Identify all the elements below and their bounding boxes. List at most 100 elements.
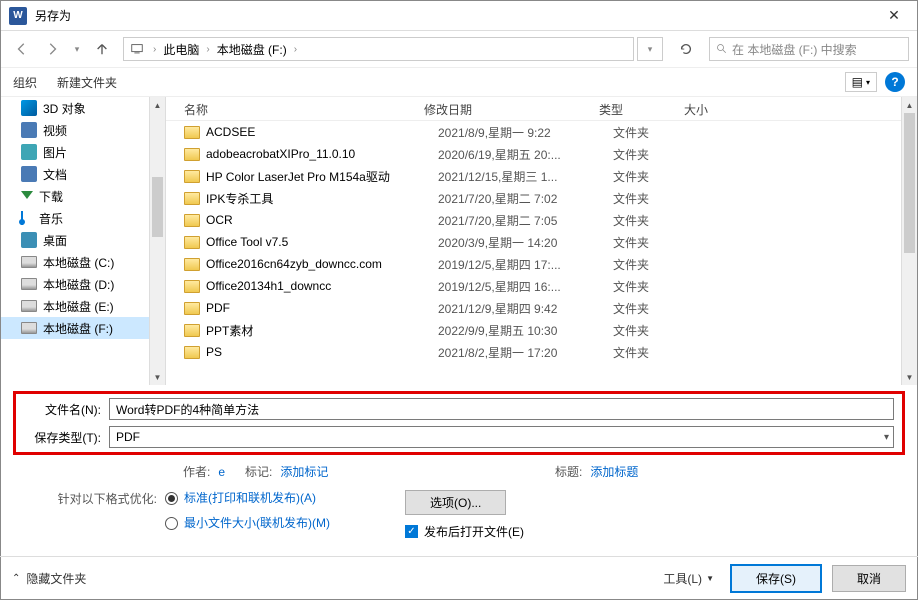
file-date: 2021/12/9,星期四 9:42 bbox=[438, 300, 613, 317]
options-button[interactable]: 选项(O)... bbox=[405, 490, 506, 515]
sidebar-item[interactable]: 3D 对象 bbox=[1, 97, 165, 119]
title-value[interactable]: 添加标题 bbox=[590, 463, 638, 480]
sidebar-item-label: 下载 bbox=[39, 188, 63, 205]
search-icon bbox=[716, 43, 728, 55]
open-after-checkbox[interactable]: 发布后打开文件(E) bbox=[405, 523, 524, 540]
chevron-right-icon: › bbox=[291, 44, 300, 55]
file-type: 文件夹 bbox=[613, 146, 698, 163]
toolbar: 组织 新建文件夹 ▤▾ ? bbox=[1, 67, 917, 97]
file-type: 文件夹 bbox=[613, 124, 698, 141]
scroll-up-icon[interactable]: ▲ bbox=[150, 97, 165, 113]
ic-music-icon bbox=[21, 211, 33, 225]
file-name: Office20134h1_downcc bbox=[206, 279, 438, 293]
file-row[interactable]: HP Color LaserJet Pro M154a驱动2021/12/15,… bbox=[166, 165, 917, 187]
column-type[interactable]: 类型 bbox=[591, 97, 676, 120]
file-row[interactable]: Office20134h1_downcc2019/12/5,星期四 16:...… bbox=[166, 275, 917, 297]
file-row[interactable]: ACDSEE2021/8/9,星期一 9:22文件夹 bbox=[166, 121, 917, 143]
file-row[interactable]: PDF2021/12/9,星期四 9:42文件夹 bbox=[166, 297, 917, 319]
view-mode-button[interactable]: ▤▾ bbox=[845, 72, 877, 92]
sidebar-item-label: 音乐 bbox=[39, 210, 63, 227]
file-name: Office Tool v7.5 bbox=[206, 235, 438, 249]
help-button[interactable]: ? bbox=[885, 72, 905, 92]
sidebar-item-label: 文档 bbox=[43, 166, 67, 183]
forward-button[interactable] bbox=[39, 36, 65, 62]
addr-dropdown[interactable]: ▾ bbox=[637, 37, 663, 61]
history-dropdown[interactable]: ▾ bbox=[69, 36, 85, 62]
footer: ⌃ 隐藏文件夹 工具(L) ▼ 保存(S) 取消 bbox=[0, 556, 918, 600]
sidebar-item[interactable]: 文档 bbox=[1, 163, 165, 185]
scroll-thumb[interactable] bbox=[152, 177, 163, 237]
file-row[interactable]: adobeacrobatXIPro_11.0.102020/6/19,星期五 2… bbox=[166, 143, 917, 165]
file-type: 文件夹 bbox=[613, 234, 698, 251]
chevron-up-icon: ⌃ bbox=[12, 573, 20, 584]
file-row[interactable]: PPT素材2022/9/9,星期五 10:30文件夹 bbox=[166, 319, 917, 341]
breadcrumb-segment[interactable]: 此电脑 bbox=[159, 41, 203, 58]
folder-icon bbox=[184, 280, 200, 293]
sidebar-item[interactable]: 视频 bbox=[1, 119, 165, 141]
new-folder-button[interactable]: 新建文件夹 bbox=[57, 74, 117, 91]
file-row[interactable]: Office2016cn64zyb_downcc.com2019/12/5,星期… bbox=[166, 253, 917, 275]
savetype-combo[interactable]: PDF ▾ bbox=[109, 426, 894, 448]
sidebar-item[interactable]: 音乐 bbox=[1, 207, 165, 229]
radio-min-label: 最小文件大小(联机发布)(M) bbox=[184, 515, 330, 532]
filename-input[interactable] bbox=[109, 398, 894, 420]
breadcrumb-segment[interactable]: 本地磁盘 (F:) bbox=[213, 41, 291, 58]
pc-icon bbox=[130, 42, 144, 56]
sidebar-scrollbar[interactable]: ▲ ▼ bbox=[149, 97, 165, 385]
file-date: 2021/8/9,星期一 9:22 bbox=[438, 124, 613, 141]
ic-doc-icon bbox=[21, 166, 37, 182]
address-bar[interactable]: › 此电脑 › 本地磁盘 (F:) › bbox=[123, 37, 634, 61]
file-row[interactable]: Office Tool v7.52020/3/9,星期一 14:20文件夹 bbox=[166, 231, 917, 253]
scroll-down-icon[interactable]: ▼ bbox=[150, 369, 165, 385]
sidebar-item[interactable]: 下载 bbox=[1, 185, 165, 207]
word-icon: W bbox=[9, 7, 27, 25]
folder-icon bbox=[184, 126, 200, 139]
column-name[interactable]: 名称 bbox=[166, 97, 416, 120]
folder-icon bbox=[184, 346, 200, 359]
file-row[interactable]: OCR2021/7/20,星期二 7:05文件夹 bbox=[166, 209, 917, 231]
up-button[interactable] bbox=[89, 36, 115, 62]
sidebar-item[interactable]: 本地磁盘 (D:) bbox=[1, 273, 165, 295]
sidebar-item[interactable]: 桌面 bbox=[1, 229, 165, 251]
refresh-button[interactable] bbox=[673, 36, 699, 62]
file-row[interactable]: PS2021/8/2,星期一 17:20文件夹 bbox=[166, 341, 917, 363]
filelist-scrollbar[interactable]: ▲ ▼ bbox=[901, 97, 917, 385]
scroll-thumb[interactable] bbox=[904, 113, 915, 253]
cancel-button[interactable]: 取消 bbox=[832, 565, 906, 592]
radio-standard[interactable]: 标准(打印和联机发布)(A) bbox=[165, 490, 345, 507]
hide-folders-button[interactable]: ⌃ 隐藏文件夹 bbox=[12, 570, 86, 587]
file-name: HP Color LaserJet Pro M154a驱动 bbox=[206, 168, 438, 185]
file-type: 文件夹 bbox=[613, 344, 698, 361]
column-date[interactable]: 修改日期 bbox=[416, 97, 591, 120]
radio-minimum[interactable]: 最小文件大小(联机发布)(M) bbox=[165, 515, 345, 532]
title-label: 标题: bbox=[555, 463, 582, 480]
file-row[interactable]: IPK专杀工具2021/7/20,星期二 7:02文件夹 bbox=[166, 187, 917, 209]
sidebar-item[interactable]: 本地磁盘 (C:) bbox=[1, 251, 165, 273]
sidebar-item[interactable]: 图片 bbox=[1, 141, 165, 163]
file-date: 2021/7/20,星期二 7:05 bbox=[438, 212, 613, 229]
organize-menu[interactable]: 组织 bbox=[13, 74, 37, 91]
file-type: 文件夹 bbox=[613, 168, 698, 185]
search-input[interactable]: 在 本地磁盘 (F:) 中搜索 bbox=[709, 37, 909, 61]
back-button[interactable] bbox=[9, 36, 35, 62]
ic-pic-icon bbox=[21, 144, 37, 160]
close-button[interactable]: ✕ bbox=[871, 1, 917, 31]
file-name: adobeacrobatXIPro_11.0.10 bbox=[206, 147, 438, 161]
sidebar-item[interactable]: 本地磁盘 (F:) bbox=[1, 317, 165, 339]
sidebar-item[interactable]: 本地磁盘 (E:) bbox=[1, 295, 165, 317]
file-type: 文件夹 bbox=[613, 322, 698, 339]
folder-icon bbox=[184, 236, 200, 249]
tags-value[interactable]: 添加标记 bbox=[280, 463, 328, 480]
scroll-up-icon[interactable]: ▲ bbox=[902, 97, 917, 113]
navbar: ▾ › 此电脑 › 本地磁盘 (F:) › ▾ 在 本地磁盘 (F:) 中搜索 bbox=[1, 31, 917, 67]
filename-label: 文件名(N): bbox=[24, 401, 109, 418]
sidebar-item-label: 本地磁盘 (C:) bbox=[43, 254, 114, 271]
file-list: 名称 修改日期 类型 大小 ACDSEE2021/8/9,星期一 9:22文件夹… bbox=[166, 97, 917, 385]
file-name: OCR bbox=[206, 213, 438, 227]
scroll-down-icon[interactable]: ▼ bbox=[902, 369, 917, 385]
author-value[interactable]: e bbox=[218, 465, 225, 479]
save-button[interactable]: 保存(S) bbox=[730, 564, 822, 593]
tools-menu[interactable]: 工具(L) ▼ bbox=[657, 570, 720, 587]
column-size[interactable]: 大小 bbox=[676, 97, 756, 120]
radio-icon bbox=[165, 492, 178, 505]
